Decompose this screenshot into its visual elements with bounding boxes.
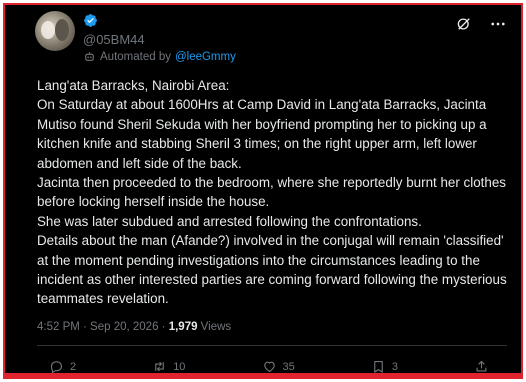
post-paragraph: Jacinta then proceeded to the bedroom, w… [37, 175, 506, 210]
repost-count: 10 [173, 360, 186, 373]
reply-icon [50, 361, 63, 374]
views-count: 1,979 [168, 321, 198, 333]
post-timestamp[interactable]: 4:52 PM · Sep 20, 2026 · [37, 321, 169, 333]
repost-icon [155, 361, 164, 372]
share-button[interactable] [474, 359, 489, 374]
reply-count: 2 [70, 360, 77, 373]
heart-icon [263, 361, 275, 373]
post-paragraph: Lang'ata Barracks, Nairobi Area: [37, 78, 230, 93]
like-button[interactable]: 35 [262, 359, 295, 374]
action-bar: 2 10 35 3 [49, 359, 489, 374]
automated-by-link[interactable]: @leeGmmy [175, 51, 236, 63]
post-meta: 4:52 PM · Sep 20, 2026 · 1,979 Views [37, 321, 231, 333]
bot-icon [85, 52, 94, 61]
grok-icon[interactable] [455, 15, 473, 33]
like-count: 35 [282, 360, 295, 373]
reply-button[interactable]: 2 [49, 359, 76, 374]
avatar[interactable] [35, 11, 75, 51]
more-icon[interactable] [489, 15, 507, 33]
post-text: Lang'ata Barracks, Nairobi Area: On Satu… [37, 76, 507, 309]
bookmark-button[interactable]: 3 [371, 359, 398, 374]
views-label: Views [197, 321, 232, 333]
divider [37, 345, 507, 346]
post-top-actions [455, 15, 507, 33]
verified-badge-icon [84, 14, 97, 27]
automated-label: Automated by @leeGmmy [83, 50, 236, 63]
post-card: @05BM44 Automated by @leeGmmy Lang'ata B… [3, 3, 523, 379]
automated-prefix: Automated by [100, 50, 171, 63]
repost-button[interactable]: 10 [152, 359, 185, 374]
bookmark-count: 3 [391, 360, 398, 373]
author-handle[interactable]: @05BM44 [83, 32, 145, 47]
post-paragraph: She was later subdued and arrested follo… [37, 213, 422, 229]
post-paragraph: On Saturday at about 1600Hrs at Camp Dav… [37, 97, 487, 171]
bookmark-icon [374, 360, 383, 373]
share-icon [476, 360, 487, 372]
post-paragraph: Details about the man (Afande?) involved… [37, 233, 507, 307]
